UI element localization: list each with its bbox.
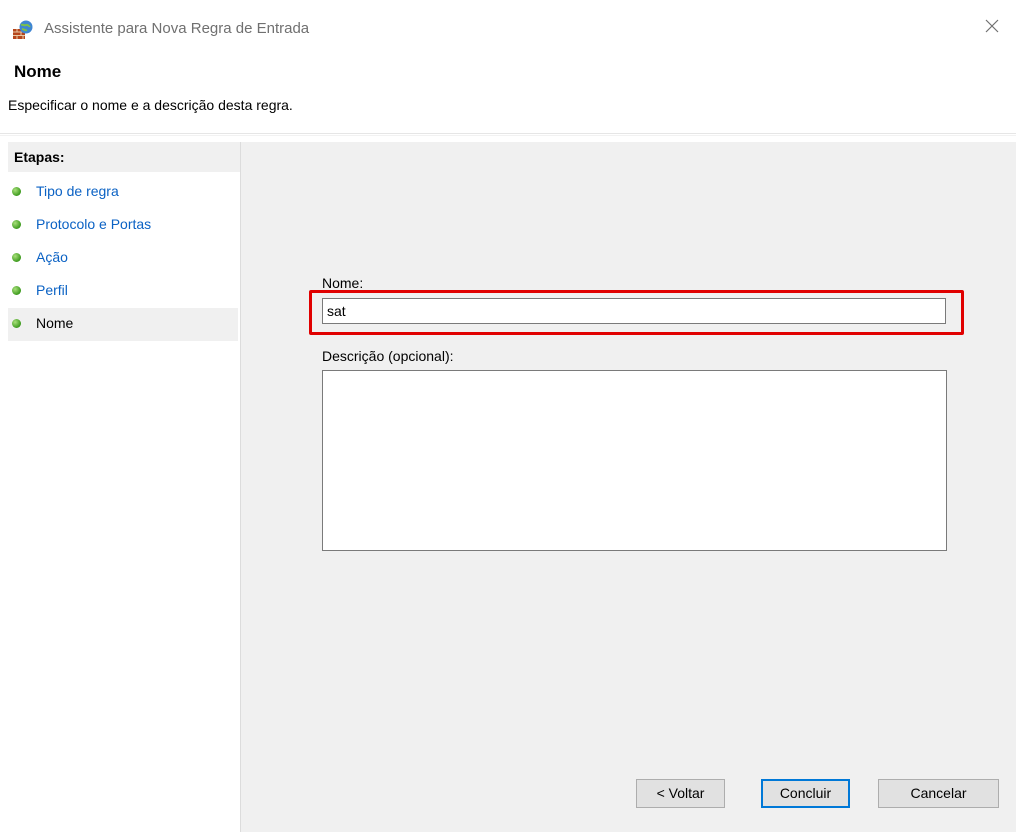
- step-label: Ação: [36, 249, 68, 265]
- description-label: Descrição (opcional):: [322, 348, 454, 364]
- finish-button[interactable]: Concluir: [761, 779, 850, 808]
- name-label: Nome:: [322, 275, 364, 291]
- green-dot-icon: [12, 187, 21, 196]
- back-button[interactable]: < Voltar: [636, 779, 725, 808]
- green-dot-icon: [12, 286, 21, 295]
- name-field[interactable]: [322, 298, 946, 324]
- steps-header-label: Etapas:: [14, 149, 65, 165]
- steps-panel: Etapas: Tipo de regra Protocolo e Portas…: [0, 142, 240, 832]
- cancel-button[interactable]: Cancelar: [878, 779, 999, 808]
- page-title: Nome: [14, 62, 62, 81]
- step-label: Protocolo e Portas: [36, 216, 152, 232]
- step-tipo-de-regra[interactable]: Tipo de regra: [8, 176, 238, 209]
- close-icon[interactable]: [982, 16, 1002, 36]
- firewall-globe-icon: [12, 20, 34, 40]
- step-protocolo-e-portas[interactable]: Protocolo e Portas: [8, 209, 238, 242]
- steps-header: Etapas:: [8, 142, 240, 172]
- step-perfil[interactable]: Perfil: [8, 275, 238, 308]
- header-divider: [0, 133, 1016, 134]
- page-subtitle: Especificar o nome e a descrição desta r…: [8, 97, 293, 113]
- step-nome[interactable]: Nome: [8, 308, 238, 341]
- green-dot-icon: [12, 253, 21, 262]
- description-field[interactable]: [322, 370, 947, 551]
- step-acao[interactable]: Ação: [8, 242, 238, 275]
- green-dot-icon: [12, 220, 21, 229]
- window-title: Assistente para Nova Regra de Entrada: [44, 20, 310, 37]
- step-label: Nome: [36, 315, 74, 331]
- header-divider-shadow: [0, 135, 1016, 136]
- step-label: Perfil: [36, 282, 68, 298]
- step-label: Tipo de regra: [36, 183, 119, 199]
- title-bar: Assistente para Nova Regra de Entrada: [0, 0, 1016, 60]
- green-dot-icon: [12, 319, 21, 328]
